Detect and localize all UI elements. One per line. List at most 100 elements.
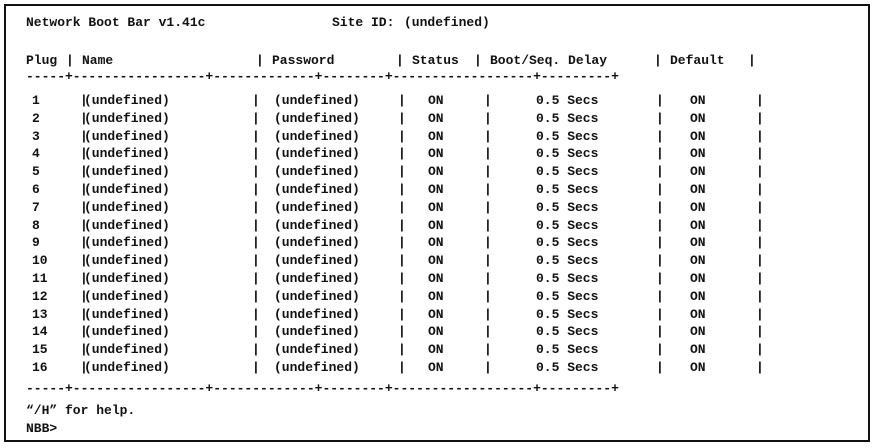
plug-name: (undefined) bbox=[84, 146, 170, 162]
plug-default: ON bbox=[690, 199, 706, 215]
boot-delay: 0.5 Secs bbox=[536, 93, 599, 108]
boot-delay: 0.5 Secs bbox=[536, 110, 599, 126]
plug-default: ON bbox=[690, 182, 706, 197]
boot-delay: 0.5 Secs bbox=[536, 360, 599, 375]
title-line: Network Boot Bar v1.41c Site ID: (undefi… bbox=[26, 14, 490, 32]
boot-delay: 0.5 Secs bbox=[536, 288, 599, 304]
boot-delay: 0.5 Secs bbox=[536, 306, 599, 322]
column-separator: | bbox=[484, 182, 492, 197]
plug-status: ON bbox=[428, 253, 444, 269]
plug-default: ON bbox=[690, 93, 706, 108]
plug-default: ON bbox=[690, 288, 706, 304]
plug-number: 5 bbox=[32, 164, 40, 180]
column-separator: | bbox=[80, 360, 88, 375]
column-separator: | bbox=[252, 164, 260, 180]
plug-status: ON bbox=[428, 288, 444, 304]
column-separator: | bbox=[252, 235, 260, 251]
column-separator: | bbox=[756, 360, 764, 375]
column-separator: | bbox=[252, 253, 260, 269]
column-separator: | bbox=[252, 360, 260, 375]
plug-status: ON bbox=[428, 235, 444, 251]
plug-password: (undefined) bbox=[274, 110, 360, 126]
column-separator: | bbox=[656, 306, 664, 322]
column-separator: | bbox=[756, 217, 764, 233]
column-separator: | bbox=[484, 164, 492, 180]
column-separator: | bbox=[252, 306, 260, 322]
plug-number: 11 bbox=[32, 271, 48, 286]
plug-number: 1 bbox=[32, 93, 40, 108]
plug-password: (undefined) bbox=[274, 146, 360, 162]
plug-number: 6 bbox=[32, 182, 40, 197]
plug-status: ON bbox=[428, 306, 444, 322]
plug-name: (undefined) bbox=[84, 182, 170, 197]
column-separator: | bbox=[80, 324, 88, 340]
table-top-divider: -----+-----------------+-------------+--… bbox=[26, 69, 619, 84]
column-separator: | bbox=[656, 342, 664, 358]
column-separator: | bbox=[656, 360, 664, 375]
boot-delay: 0.5 Secs bbox=[536, 324, 599, 340]
boot-delay: 0.5 Secs bbox=[536, 199, 599, 215]
boot-delay: 0.5 Secs bbox=[536, 217, 599, 233]
column-separator: | bbox=[656, 93, 664, 108]
plug-number: 15 bbox=[32, 342, 48, 358]
table-bottom-divider: -----+-----------------+-------------+--… bbox=[26, 381, 619, 396]
plug-default: ON bbox=[690, 360, 706, 375]
column-separator: | bbox=[656, 199, 664, 215]
column-separator: | bbox=[756, 324, 764, 340]
column-separator: | bbox=[398, 253, 406, 269]
column-separator: | bbox=[756, 235, 764, 251]
column-separator: | bbox=[398, 288, 406, 304]
plug-status: ON bbox=[428, 146, 444, 162]
column-separator: | bbox=[80, 253, 88, 269]
column-separator: | bbox=[756, 146, 764, 162]
plug-password: (undefined) bbox=[274, 199, 360, 215]
column-separator: | bbox=[80, 306, 88, 322]
plug-password: (undefined) bbox=[274, 360, 360, 375]
plug-password: (undefined) bbox=[274, 253, 360, 269]
plug-status: ON bbox=[428, 217, 444, 233]
plug-status: ON bbox=[428, 182, 444, 197]
plug-password: (undefined) bbox=[274, 342, 360, 358]
command-prompt[interactable]: NBB> bbox=[26, 420, 57, 438]
column-separator: | bbox=[80, 288, 88, 304]
plug-name: (undefined) bbox=[84, 253, 170, 269]
column-separator: | bbox=[656, 110, 664, 126]
plug-default: ON bbox=[690, 271, 706, 286]
column-separator: | bbox=[656, 128, 664, 144]
plug-default: ON bbox=[690, 324, 706, 340]
column-separator: | bbox=[656, 182, 664, 197]
plug-status: ON bbox=[428, 110, 444, 126]
plug-name: (undefined) bbox=[84, 164, 170, 180]
column-separator: | bbox=[756, 164, 764, 180]
plug-name: (undefined) bbox=[84, 93, 170, 108]
plug-default: ON bbox=[690, 146, 706, 162]
column-separator: | bbox=[484, 199, 492, 215]
column-separator: | bbox=[756, 288, 764, 304]
plug-password: (undefined) bbox=[274, 288, 360, 304]
column-separator: | bbox=[398, 235, 406, 251]
column-separator: | bbox=[398, 128, 406, 144]
plug-name: (undefined) bbox=[84, 199, 170, 215]
boot-delay: 0.5 Secs bbox=[536, 128, 599, 144]
plug-password: (undefined) bbox=[274, 306, 360, 322]
column-separator: | bbox=[252, 217, 260, 233]
column-separator: | bbox=[756, 128, 764, 144]
column-separator: | bbox=[484, 360, 492, 375]
column-separator: | bbox=[398, 217, 406, 233]
column-separator: | bbox=[756, 253, 764, 269]
column-separator: | bbox=[484, 217, 492, 233]
column-separator: | bbox=[756, 182, 764, 197]
terminal-window[interactable]: Network Boot Bar v1.41c Site ID: (undefi… bbox=[4, 4, 870, 442]
column-separator: | bbox=[756, 306, 764, 322]
column-separator: | bbox=[398, 271, 406, 286]
plug-status: ON bbox=[428, 324, 444, 340]
column-separator: | bbox=[656, 324, 664, 340]
boot-delay: 0.5 Secs bbox=[536, 271, 599, 286]
column-separator: | bbox=[756, 110, 764, 126]
column-separator: | bbox=[398, 342, 406, 358]
column-separator: | bbox=[398, 182, 406, 197]
column-separator: | bbox=[656, 253, 664, 269]
column-separator: | bbox=[484, 288, 492, 304]
plug-status: ON bbox=[428, 360, 444, 375]
column-separator: | bbox=[398, 110, 406, 126]
